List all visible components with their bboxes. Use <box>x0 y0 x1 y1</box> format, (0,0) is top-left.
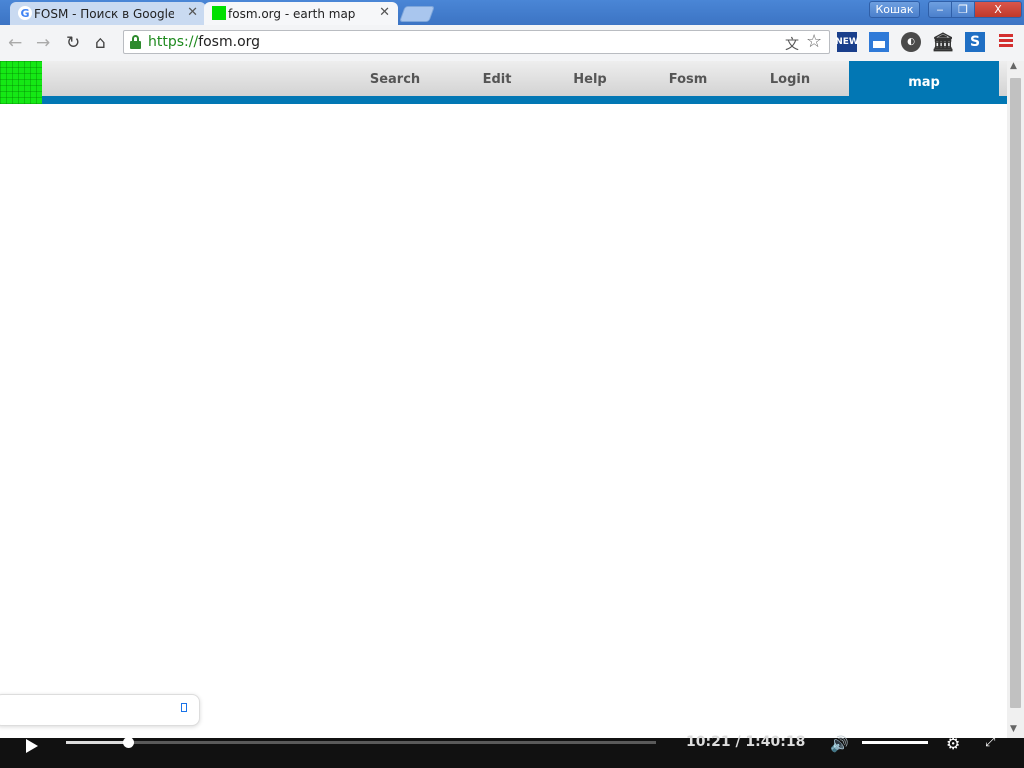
gear-icon[interactable]: ⚙ <box>946 734 960 753</box>
video-progress-track[interactable] <box>66 741 656 744</box>
nav-link-login[interactable]: Login <box>770 72 810 87</box>
nav-tab-map-label[interactable]: map <box>908 75 940 90</box>
fosm-logo[interactable] <box>0 61 42 104</box>
close-tab-icon[interactable]: ✕ <box>379 5 390 20</box>
lock-icon <box>130 35 141 49</box>
tab-title: FOSM - Поиск в Google <box>34 6 174 21</box>
restore-button[interactable]: ❐ <box>951 1 975 18</box>
back-arrow-icon[interactable]: ← <box>8 33 22 53</box>
home-icon[interactable]: ⌂ <box>95 33 106 53</box>
fosm-favicon <box>212 6 226 20</box>
floating-search-box[interactable] <box>0 694 200 726</box>
profile-button[interactable]: Кошак <box>869 1 920 18</box>
picture-icon[interactable] <box>869 32 889 52</box>
volume-icon[interactable]: 🔊 <box>830 735 849 753</box>
tab-google-search[interactable]: G FOSM - Поиск в Google ✕ <box>10 2 206 25</box>
video-progress-fill <box>66 741 128 744</box>
bookmark-star-icon[interactable]: ☆ <box>806 31 822 52</box>
menu-icon[interactable] <box>999 34 1013 49</box>
video-time: 10:21 / 1:40:18 <box>686 734 806 750</box>
nav-link-search[interactable]: Search <box>370 72 420 87</box>
play-icon[interactable] <box>26 739 38 753</box>
nav-link-edit[interactable]: Edit <box>483 72 512 87</box>
close-window-button[interactable]: X <box>974 1 1022 18</box>
disc-icon[interactable]: ◐ <box>901 32 921 52</box>
scroll-down-arrow-icon[interactable]: ▼ <box>1010 724 1017 734</box>
close-tab-icon[interactable]: ✕ <box>187 5 198 20</box>
url-scheme: https:// <box>148 34 199 50</box>
fullscreen-icon[interactable]: ⤢ <box>985 735 995 750</box>
museum-icon[interactable]: 🏛 <box>932 32 955 53</box>
nav-link-fosm[interactable]: Fosm <box>669 72 708 87</box>
news-icon[interactable]: NEW <box>835 32 859 52</box>
box-icon[interactable] <box>181 703 187 712</box>
nav-link-help[interactable]: Help <box>573 72 606 87</box>
reload-icon[interactable]: ↻ <box>66 33 80 53</box>
scrollbar-thumb[interactable] <box>1010 78 1021 708</box>
google-g-icon: G <box>18 6 32 20</box>
new-tab-button[interactable] <box>399 6 435 22</box>
tab-title: fosm.org - earth map <box>228 6 356 21</box>
tab-fosm-earth-map[interactable]: fosm.org - earth map ✕ <box>204 2 398 25</box>
minimize-button[interactable]: ‒ <box>928 1 952 18</box>
forward-arrow-icon[interactable]: → <box>36 33 50 53</box>
scroll-up-arrow-icon[interactable]: ▲ <box>1010 61 1017 71</box>
volume-slider[interactable] <box>862 741 928 744</box>
browser-toolbar: ← → ↻ ⌂ https://fosm.org 文 ☆ NEW ◐ 🏛 S <box>0 25 1024 62</box>
url-host: fosm.org <box>198 34 261 50</box>
translate-icon[interactable]: 文 <box>785 34 799 54</box>
s-icon[interactable]: S <box>965 32 985 52</box>
address-bar[interactable]: https://fosm.org 文 ☆ <box>123 30 830 54</box>
url-text: https://fosm.org <box>148 34 260 50</box>
video-progress-knob[interactable] <box>123 737 134 748</box>
